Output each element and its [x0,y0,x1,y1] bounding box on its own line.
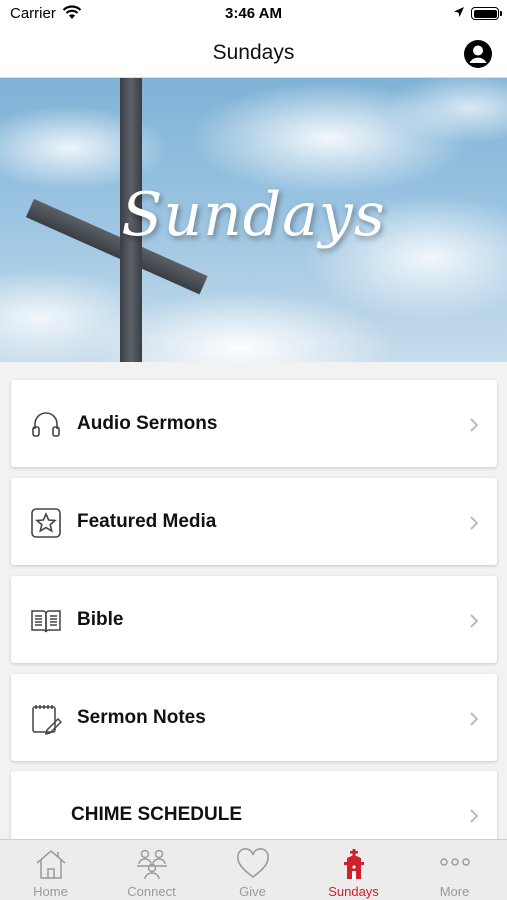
status-time: 3:46 AM [225,5,282,22]
menu-item-label: CHIME SCHEDULE [71,804,243,825]
menu-item-label: Sermon Notes [77,707,206,728]
menu-item-audio-sermons[interactable]: Audio Sermons [11,380,497,467]
menu-item-label: Bible [77,609,124,630]
chevron-right-icon [470,614,479,628]
tab-label: Give [239,884,266,899]
tab-label: Sundays [328,884,379,899]
tab-label: More [439,884,470,899]
tab-more[interactable]: More [404,840,505,900]
tab-sundays[interactable]: Sundays [303,840,404,900]
profile-icon[interactable] [463,39,493,69]
chevron-right-icon [470,418,479,432]
location-arrow-icon [454,7,464,17]
tab-label: Home [33,884,68,899]
book-icon [31,610,61,633]
status-bar: Carrier 3:46 AM [0,0,507,30]
people-icon [137,849,167,880]
tab-connect[interactable]: Connect [101,840,202,900]
heart-icon [237,848,269,879]
menu-item-featured-media[interactable]: Featured Media [11,478,497,565]
notepad-icon [32,705,62,735]
page-title: Sundays [212,41,295,64]
church-icon [344,849,364,879]
tab-bar: Home Connect Give Sundays More [0,839,507,900]
more-icon [440,858,470,866]
menu-item-sermon-notes[interactable]: Sermon Notes [11,674,497,761]
menu-item-label: Audio Sermons [77,413,218,434]
chevron-right-icon [470,516,479,530]
hero-banner: Sundays [0,78,507,362]
battery-icon [471,7,502,20]
chevron-right-icon [470,712,479,726]
star-icon [31,508,61,538]
banner-title: Sundays [121,180,386,250]
home-icon [36,850,66,879]
nav-bar: Sundays [0,30,507,78]
tab-give[interactable]: Give [202,840,303,900]
headphones-icon [32,412,60,437]
tab-home[interactable]: Home [0,840,101,900]
tab-label: Connect [127,884,176,899]
menu-item-bible[interactable]: Bible [11,576,497,663]
menu-item-label: Featured Media [77,511,217,532]
chevron-right-icon [470,809,479,823]
